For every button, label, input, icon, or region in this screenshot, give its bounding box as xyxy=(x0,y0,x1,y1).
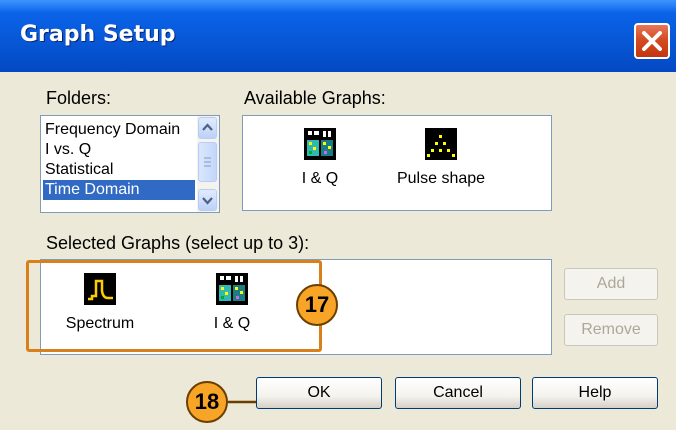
cancel-button[interactable]: Cancel xyxy=(395,377,521,409)
callout-18-leader xyxy=(228,397,269,407)
callout-18: 18 xyxy=(186,381,228,423)
ok-button[interactable]: OK xyxy=(256,377,382,409)
help-button[interactable]: Help xyxy=(532,377,658,409)
graph-setup-dialog: Graph Setup Folders: Frequency Domain I … xyxy=(0,0,676,430)
